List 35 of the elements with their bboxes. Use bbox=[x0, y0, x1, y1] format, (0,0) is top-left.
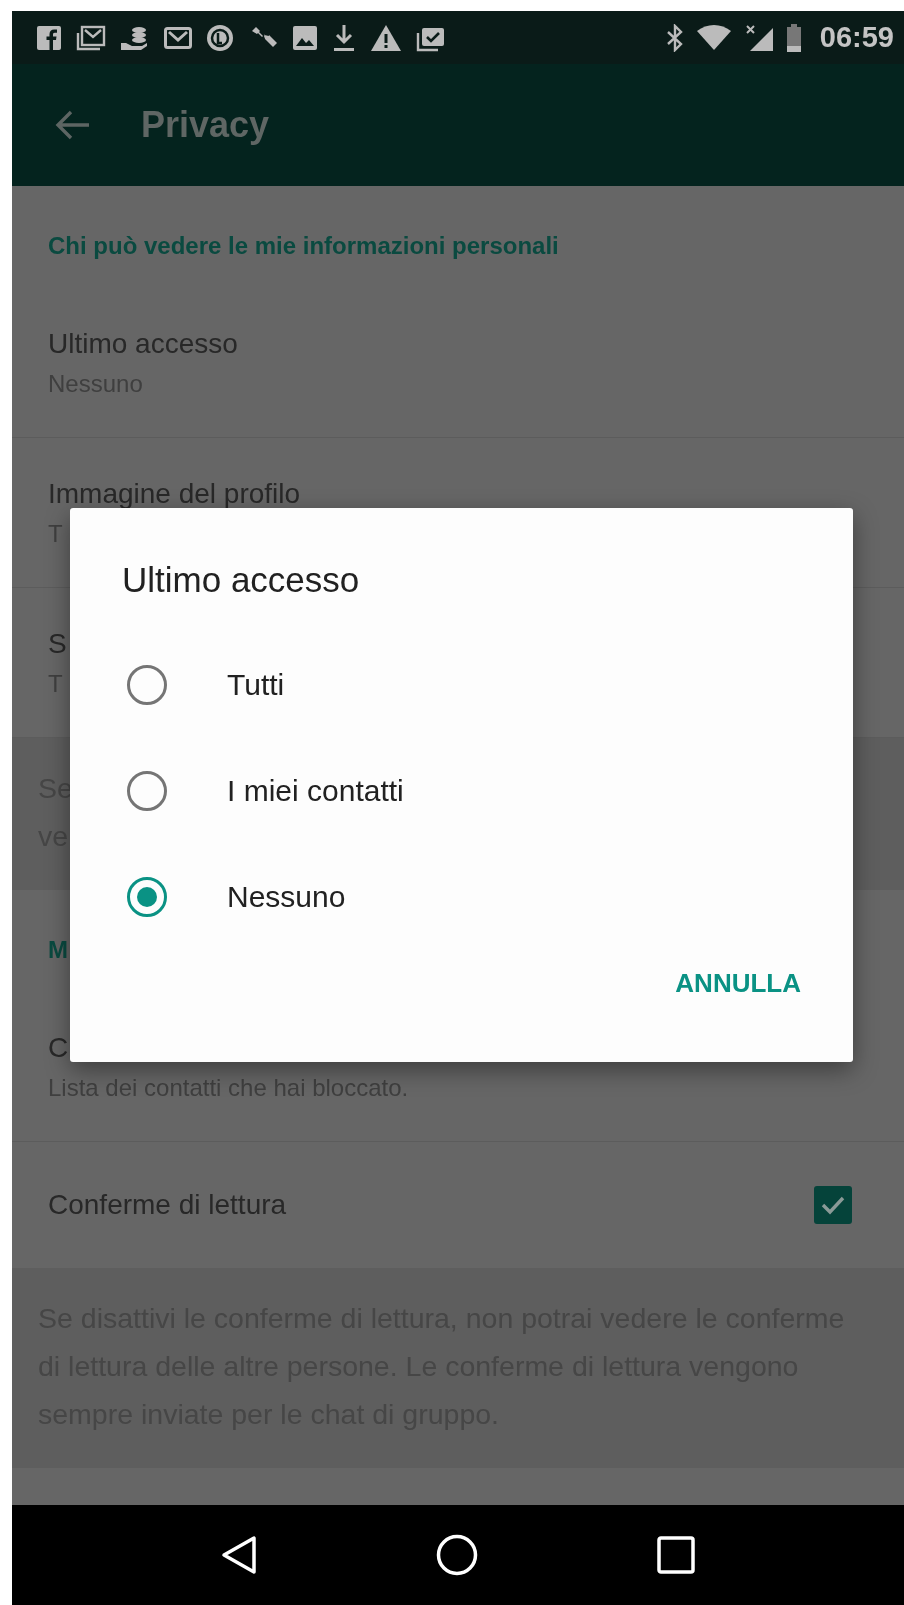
mail-stack-icon bbox=[76, 24, 106, 51]
cancel-button[interactable]: ANNULLA bbox=[663, 954, 813, 1013]
section-header: M bbox=[48, 936, 68, 963]
setting-title[interactable]: S bbox=[48, 627, 67, 660]
warning-icon bbox=[370, 23, 402, 52]
app-bar-title: Privacy bbox=[141, 104, 270, 146]
option-label[interactable]: Nessuno bbox=[227, 880, 346, 914]
dialog-title: Ultimo accesso bbox=[122, 560, 360, 600]
wifi-icon bbox=[695, 24, 732, 51]
back-triangle-icon[interactable] bbox=[221, 1535, 258, 1575]
radio-button[interactable] bbox=[127, 771, 167, 811]
coins-hand-icon bbox=[120, 24, 150, 51]
clock-time: 06:59 bbox=[819, 21, 894, 54]
radio-button[interactable] bbox=[127, 877, 167, 917]
download-icon bbox=[332, 22, 356, 53]
setting-title[interactable]: Conferme di lettura bbox=[48, 1189, 287, 1221]
radio-button[interactable] bbox=[127, 665, 167, 705]
home-circle-icon[interactable] bbox=[436, 1534, 478, 1576]
battery-icon bbox=[785, 23, 802, 52]
image-icon bbox=[292, 24, 318, 51]
bluetooth-icon bbox=[665, 23, 684, 52]
signal-icon bbox=[743, 23, 774, 52]
facebook-icon bbox=[36, 24, 62, 51]
check-icon bbox=[820, 1194, 846, 1216]
circle-badge-icon bbox=[206, 23, 234, 52]
back-arrow-icon[interactable] bbox=[55, 109, 91, 141]
option-label[interactable]: I miei contatti bbox=[227, 774, 404, 808]
section-header: Chi può vedere le mie informazioni personali bbox=[48, 232, 559, 259]
mail-icon bbox=[164, 26, 192, 49]
recents-square-icon[interactable] bbox=[656, 1536, 695, 1574]
setting-title[interactable]: C bbox=[48, 1031, 69, 1064]
setting-title[interactable]: Immagine del profilo bbox=[48, 477, 301, 510]
option-label[interactable]: Tutti bbox=[227, 668, 285, 702]
checkbox[interactable] bbox=[814, 1186, 852, 1224]
setting-title[interactable]: Ultimo accesso bbox=[48, 327, 238, 360]
